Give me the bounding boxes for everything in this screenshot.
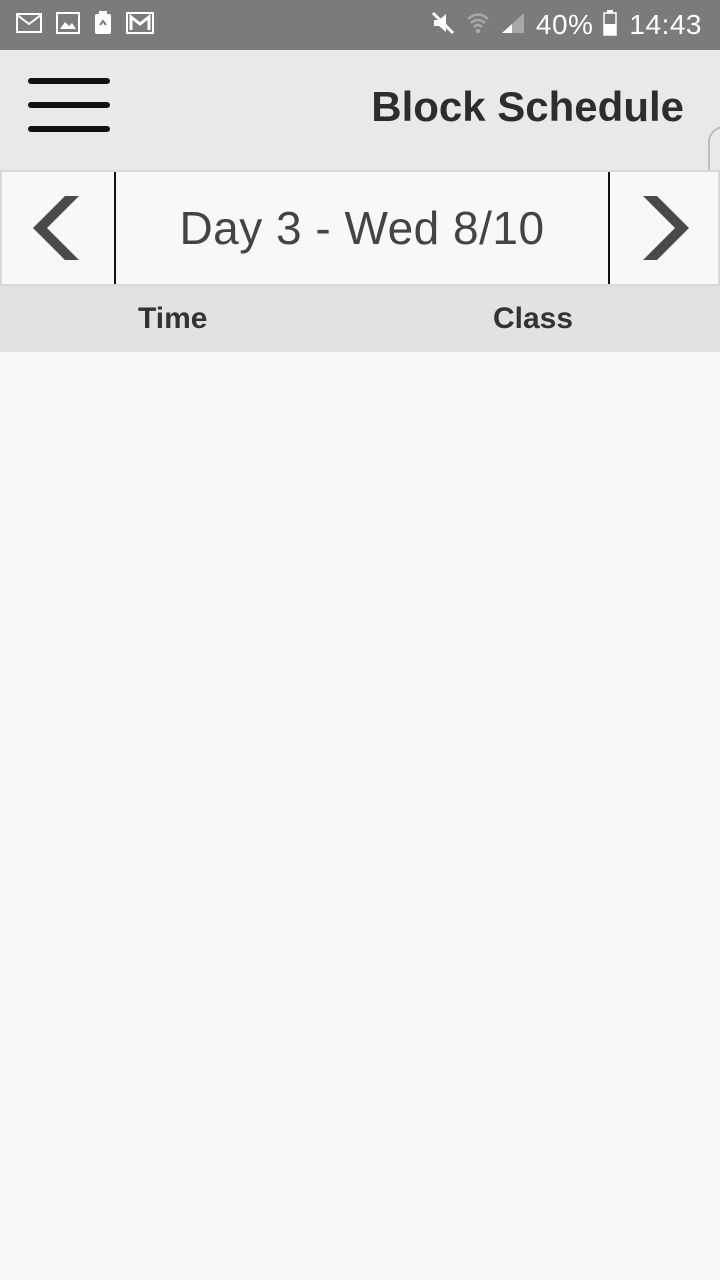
image-icon <box>56 11 80 39</box>
schedule-column-header: Time Class <box>0 286 720 352</box>
time-column-header: Time <box>138 302 208 335</box>
signal-icon <box>500 11 526 40</box>
battery-saver-icon <box>94 10 112 40</box>
hamburger-menu-icon[interactable] <box>28 78 110 132</box>
chevron-right-icon <box>643 196 689 260</box>
mail-icon <box>16 12 42 38</box>
clock-time: 14:43 <box>629 9 702 40</box>
status-bar: 40% 14:43 <box>0 0 720 50</box>
status-right-icons: 40% 14:43 <box>420 9 702 41</box>
next-day-button[interactable] <box>608 172 720 284</box>
previous-day-button[interactable] <box>0 172 116 284</box>
wifi-icon <box>466 11 490 40</box>
page-title: Block Schedule <box>371 83 684 130</box>
menu-bar <box>28 102 110 108</box>
gmail-icon <box>126 11 154 39</box>
battery-percent: 40% <box>535 9 594 40</box>
class-column-header: Class <box>493 302 574 335</box>
battery-icon <box>603 9 618 41</box>
app-header: Block Schedule <box>0 50 720 170</box>
menu-bar <box>28 126 110 132</box>
mute-icon <box>430 11 456 40</box>
day-navigator: Day 3 - Wed 8/10 <box>0 170 720 286</box>
chevron-left-icon <box>33 196 79 260</box>
schedule-list <box>0 352 720 1280</box>
status-left-icons <box>16 10 168 40</box>
day-label: Day 3 - Wed 8/10 <box>179 202 545 254</box>
screen: 40% 14:43 Block Schedule Day 3 - Wed 8/1… <box>0 0 720 1280</box>
menu-bar <box>28 78 110 84</box>
